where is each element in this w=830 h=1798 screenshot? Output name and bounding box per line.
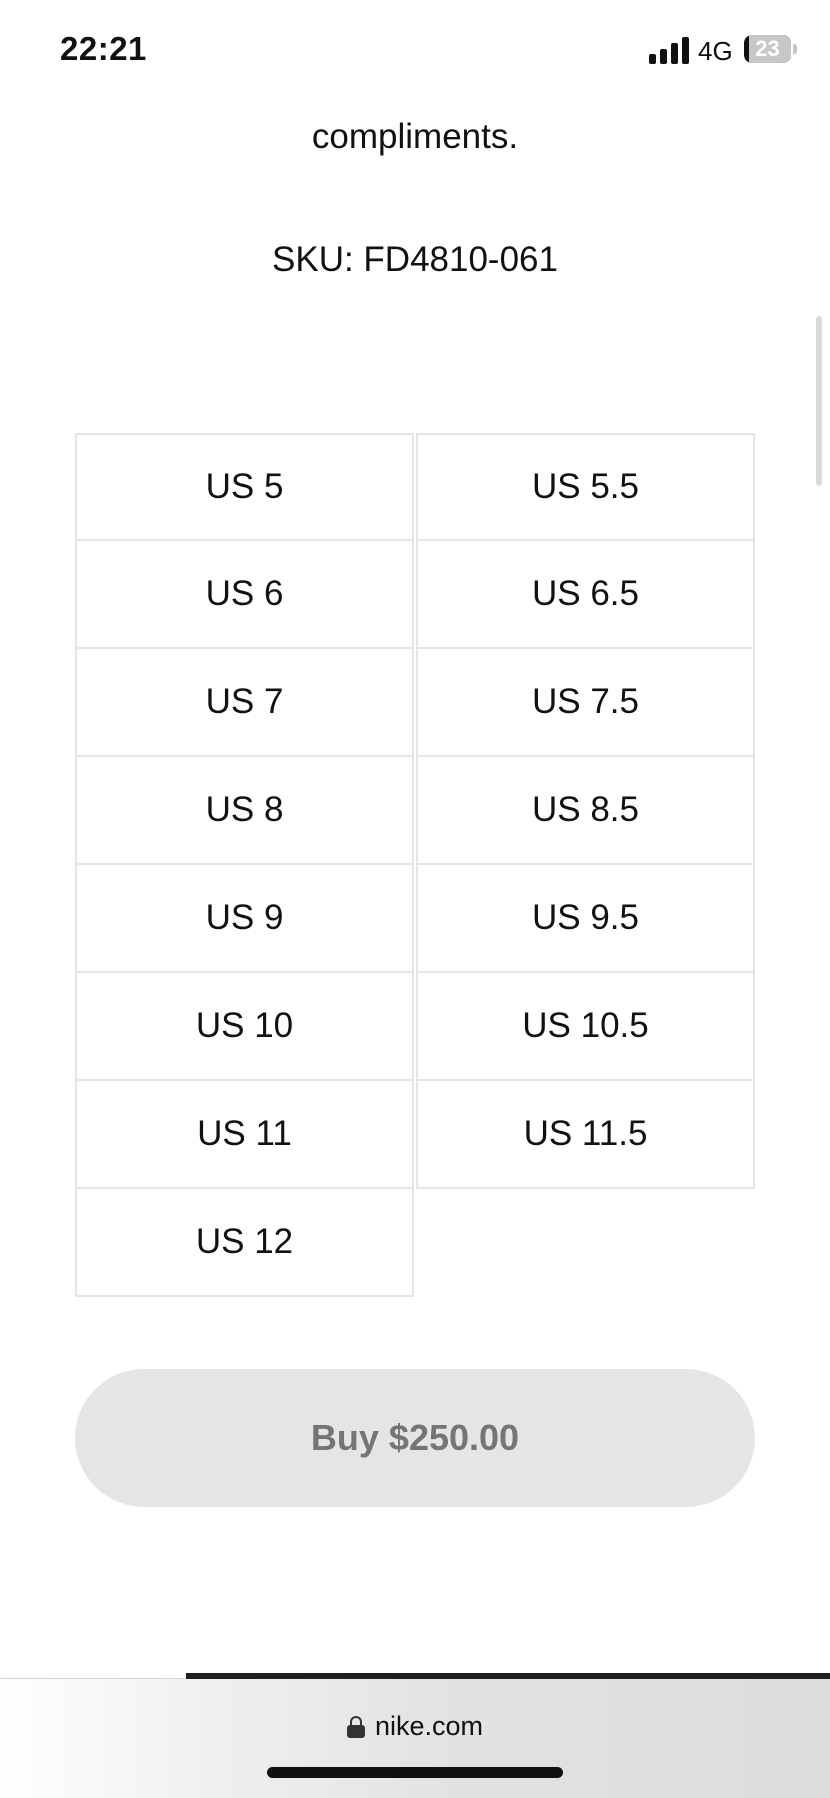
- home-indicator[interactable]: [267, 1767, 563, 1778]
- status-bar: 22:21 4G 23: [0, 0, 830, 100]
- scroll-indicator[interactable]: [816, 316, 822, 486]
- size-option[interactable]: US 6: [75, 539, 414, 649]
- size-option[interactable]: US 7.5: [416, 647, 755, 757]
- battery-nub: [793, 44, 797, 54]
- size-option[interactable]: US 11.5: [416, 1079, 755, 1189]
- size-option[interactable]: US 12: [75, 1187, 414, 1297]
- lock-icon: [346, 1715, 365, 1738]
- signal-icon: [649, 36, 691, 64]
- browser-bottom-bar: nike.com: [0, 1673, 830, 1798]
- size-grid: US 5 US 5.5 US 6 US 6.5 US 7 US 7.5 US 8 US 8.5…: [75, 433, 755, 1297]
- size-option[interactable]: US 10: [75, 971, 414, 1081]
- size-option[interactable]: US 11: [75, 1079, 414, 1189]
- buy-button[interactable]: Buy $250.00: [75, 1369, 755, 1507]
- content-edge-strip: [186, 1673, 830, 1679]
- network-type: 4G: [698, 36, 733, 66]
- size-option[interactable]: US 5.5: [416, 433, 755, 541]
- size-option[interactable]: US 7: [75, 647, 414, 757]
- address-bar[interactable]: nike.com: [0, 1711, 830, 1742]
- url-text: nike.com: [374, 1711, 484, 1741]
- product-description-tail: compliments.: [311, 117, 519, 156]
- size-option[interactable]: US 10.5: [416, 971, 755, 1081]
- size-option[interactable]: US 6.5: [416, 539, 755, 649]
- size-option[interactable]: US 8: [75, 755, 414, 865]
- size-option[interactable]: US 8.5: [416, 755, 755, 865]
- size-option[interactable]: US 9.5: [416, 863, 755, 973]
- battery-level: 23: [755, 36, 780, 61]
- status-time: 22:21: [60, 30, 147, 67]
- size-option[interactable]: US 5: [75, 433, 414, 541]
- size-option[interactable]: US 9: [75, 863, 414, 973]
- battery-icon: 23: [744, 35, 791, 63]
- product-sku: SKU: FD4810-061: [272, 240, 558, 279]
